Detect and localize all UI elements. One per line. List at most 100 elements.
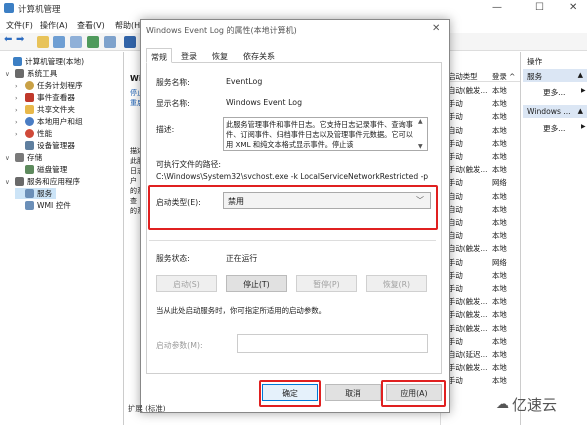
forward-icon[interactable]: ➡: [16, 34, 28, 46]
list-item[interactable]: 自动: [448, 125, 490, 136]
list-item-logon: 本地: [492, 99, 507, 109]
column-startup-type[interactable]: 启动类型: [448, 71, 478, 82]
actions-section-services[interactable]: 服务 ▲: [523, 69, 587, 82]
tree-item-system-tools[interactable]: ∨ 系统工具: [5, 68, 57, 79]
services-icon: [25, 189, 34, 198]
tab-dependencies[interactable]: 依存关系: [239, 48, 279, 63]
close-button[interactable]: ✕: [569, 2, 577, 13]
cloud-icon: ☁: [496, 397, 509, 412]
list-item[interactable]: 手动(触发...: [448, 309, 490, 320]
actions-more-2[interactable]: 更多...: [543, 123, 565, 134]
tree-item-disk-management[interactable]: 磁盘管理: [15, 164, 67, 175]
actions-more-1[interactable]: 更多...: [543, 87, 565, 98]
list-item[interactable]: 手动: [448, 177, 490, 188]
minimize-button[interactable]: —: [492, 2, 502, 13]
tree-item-local-users[interactable]: › 本地用户和组: [15, 116, 83, 127]
list-item-logon: 本地: [492, 284, 507, 293]
description-box[interactable]: 此服务管理事件和事件日志。它支持日志记录事件、查询事件、订阅事件、归档事件日志以…: [223, 117, 428, 151]
list-item[interactable]: 手动: [448, 270, 490, 281]
display-name-value: Windows Event Log: [226, 98, 303, 107]
tree-item-performance[interactable]: › 性能: [15, 128, 52, 139]
display-name-label: 显示名称:: [156, 99, 190, 108]
clock-icon: [25, 81, 34, 90]
list-item-logon: 本地: [492, 297, 507, 307]
watermark: ☁ 亿速云: [496, 396, 558, 414]
list-item[interactable]: 自动(触发...: [448, 85, 490, 96]
list-item[interactable]: 自动(延迟...: [448, 349, 490, 360]
list-item[interactable]: 自动: [448, 230, 490, 241]
list-item-logon: 本地: [492, 152, 507, 161]
list-item[interactable]: 手动(触发...: [448, 164, 490, 175]
divider: [149, 240, 436, 241]
list-item-logon: 本地: [492, 350, 507, 359]
menu-file[interactable]: 文件(F): [6, 20, 33, 31]
start-params-label: 启动参数(M):: [156, 341, 203, 350]
description-scrollbar[interactable]: ▲ ▼: [416, 118, 427, 150]
export-icon[interactable]: [104, 36, 116, 48]
scroll-down-icon[interactable]: ▼: [418, 143, 423, 150]
resume-button[interactable]: 恢复(R): [366, 275, 427, 292]
menu-action[interactable]: 操作(A): [40, 20, 68, 31]
column-logon[interactable]: 登录 ^: [492, 71, 515, 82]
start-button[interactable]: 启动(S): [156, 275, 217, 292]
arrow-right-icon: ▶: [581, 87, 586, 94]
properties-icon[interactable]: [70, 36, 82, 48]
list-header: 启动类型 登录 ^: [440, 70, 520, 82]
list-item-logon: 本地: [492, 323, 507, 333]
list-item[interactable]: 自动(触发...: [448, 243, 490, 254]
list-item[interactable]: 手动(触发...: [448, 296, 490, 307]
tree-item-shared-folders[interactable]: › 共享文件夹: [15, 104, 75, 115]
folder-icon[interactable]: [37, 36, 49, 48]
list-item[interactable]: 手动: [448, 111, 490, 122]
scroll-up-icon[interactable]: ▲: [418, 118, 423, 125]
list-item[interactable]: 手动: [448, 98, 490, 109]
list-item[interactable]: 手动: [448, 283, 490, 294]
cancel-button[interactable]: 取消: [325, 384, 381, 401]
desc-line: 查: [130, 197, 137, 205]
console-tree-icon[interactable]: [53, 36, 65, 48]
list-item[interactable]: 手动: [448, 375, 490, 386]
tab-recovery[interactable]: 恢复: [208, 48, 232, 63]
tree-item-services-apps[interactable]: ∨ 服务和应用程序: [5, 176, 80, 187]
menu-view[interactable]: 查看(V): [77, 20, 105, 31]
list-item[interactable]: 手动: [448, 336, 490, 347]
startup-type-highlight: [148, 185, 438, 230]
list-item[interactable]: 自动: [448, 204, 490, 215]
list-item[interactable]: 自动: [448, 217, 490, 228]
list-item-logon: 本地: [492, 138, 507, 148]
stop-button[interactable]: 停止(T): [226, 275, 287, 292]
tab-general[interactable]: 常规: [146, 48, 172, 63]
dialog-close-icon[interactable]: ✕: [432, 23, 440, 34]
help-icon[interactable]: [124, 36, 136, 48]
list-item[interactable]: 手动(触发...: [448, 362, 490, 373]
back-icon[interactable]: ⬅: [4, 34, 16, 46]
service-status-label: 服务状态:: [156, 254, 190, 263]
list-item-logon: 本地: [492, 218, 507, 227]
pause-button[interactable]: 暂停(P): [296, 275, 357, 292]
event-viewer-icon: [25, 93, 34, 102]
computer-icon: [13, 57, 22, 66]
ok-highlight: [259, 380, 321, 407]
list-item[interactable]: 自动: [448, 191, 490, 202]
tree-item-task-scheduler[interactable]: › 任务计划程序: [15, 80, 83, 91]
tree-item-storage[interactable]: ∨ 存储: [5, 152, 42, 163]
exe-path-label: 可执行文件的路径:: [156, 160, 222, 169]
view-tabs[interactable]: 扩展 (标准): [128, 403, 166, 414]
start-params-hint: 当从此处启动服务时，你可指定所适用的启动参数。: [156, 306, 326, 315]
list-item[interactable]: 手动: [448, 138, 490, 149]
tree-item-device-manager[interactable]: 设备管理器: [15, 140, 75, 151]
list-item[interactable]: 手动: [448, 257, 490, 268]
maximize-button[interactable]: ☐: [535, 2, 544, 13]
list-item-logon: 本地: [492, 270, 507, 280]
start-params-input[interactable]: [237, 334, 428, 353]
list-item[interactable]: 手动(触发...: [448, 323, 490, 334]
tools-icon: [15, 69, 24, 78]
list-item[interactable]: 手动: [448, 151, 490, 162]
tree-item-wmi[interactable]: WMI 控件: [15, 200, 71, 211]
actions-section-windows[interactable]: Windows ... ▲: [523, 105, 587, 118]
tab-logon[interactable]: 登录: [177, 48, 201, 63]
tree-item-computer-management[interactable]: 计算机管理(本地): [3, 56, 84, 67]
refresh-icon[interactable]: [87, 36, 99, 48]
tree-item-services[interactable]: 服务: [15, 188, 57, 199]
tree-item-event-viewer[interactable]: › 事件查看器: [15, 92, 75, 103]
